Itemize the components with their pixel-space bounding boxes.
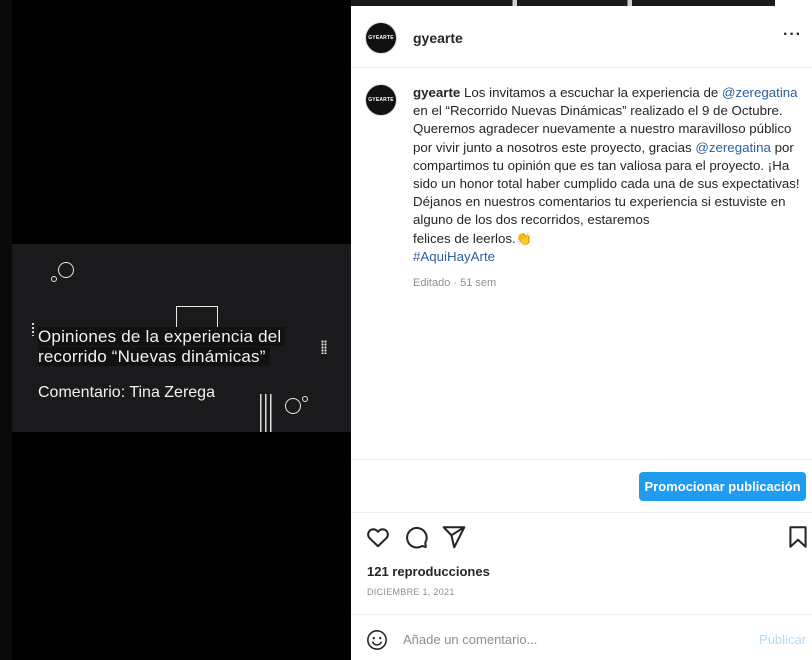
decorative-circle-right-large [285,398,301,414]
promote-post-button[interactable]: Promocionar publicación [639,472,806,501]
decorative-dots-left [31,322,35,336]
decorative-bracket [176,306,218,328]
mention-link[interactable]: @zeregatina [722,85,798,100]
paper-plane-icon[interactable] [441,524,467,550]
promote-section: Promocionar publicación [351,459,812,513]
media-edge [0,0,12,660]
comment-icon[interactable] [403,524,429,550]
heart-icon[interactable] [365,524,391,550]
caption-meta: Editado · 51 sem [413,277,497,290]
header-username[interactable]: gyearte [413,30,463,46]
caption-avatar-logo-text: GYEARTE [368,97,394,103]
views-count[interactable]: 121 reproducciones [367,564,490,579]
clapping-emoji: 👏 [515,230,533,246]
post-date: DICIEMBRE 1, 2021 [367,587,455,597]
avatar-logo-text: GYEARTE [368,35,394,41]
publish-button[interactable]: Publicar [759,632,806,647]
video-subtitle: Comentario: Tina Zerega [38,384,215,401]
decorative-circle-large [58,262,74,278]
caption-avatar[interactable]: GYEARTE [365,84,397,116]
bookmark-icon[interactable] [785,524,811,550]
video-title-line1: Opiniones de la experiencia del [38,327,286,346]
emoji-icon[interactable] [366,629,388,651]
decorative-circle-right-small [302,396,308,402]
caption-text-4: Déjanos en nuestros comentarios tu exper… [413,194,786,228]
post-details-panel: GYEARTE gyearte ··· GYEARTE gyearte Los … [351,0,812,660]
caption-text-1: Los invitamos a escuchar la experiencia … [460,85,722,100]
comment-bar: Publicar [351,614,812,660]
decorative-dots-right [321,340,327,354]
decorative-vertical-lines [260,394,274,432]
caption-text-5: felices de leerlos. [413,230,516,246]
mention-link[interactable]: @zeregatina [695,140,771,155]
video-title-line2: recorrido “Nuevas dinámicas” [38,347,270,366]
action-bar [365,524,807,550]
more-options-icon[interactable]: ··· [783,26,802,44]
caption-username[interactable]: gyearte [413,85,460,100]
comment-input[interactable] [403,627,703,651]
avatar[interactable]: GYEARTE [365,22,397,54]
post-video[interactable]: Opiniones de la experiencia del recorrid… [0,0,351,660]
post-header: GYEARTE gyearte ··· [351,6,812,68]
video-title: Opiniones de la experiencia del recorrid… [38,327,286,367]
post-caption: gyearte Los invitamos a escuchar la expe… [413,84,809,292]
decorative-circle-small [51,276,57,282]
hashtag-link[interactable]: #AquiHayArte [413,249,495,264]
